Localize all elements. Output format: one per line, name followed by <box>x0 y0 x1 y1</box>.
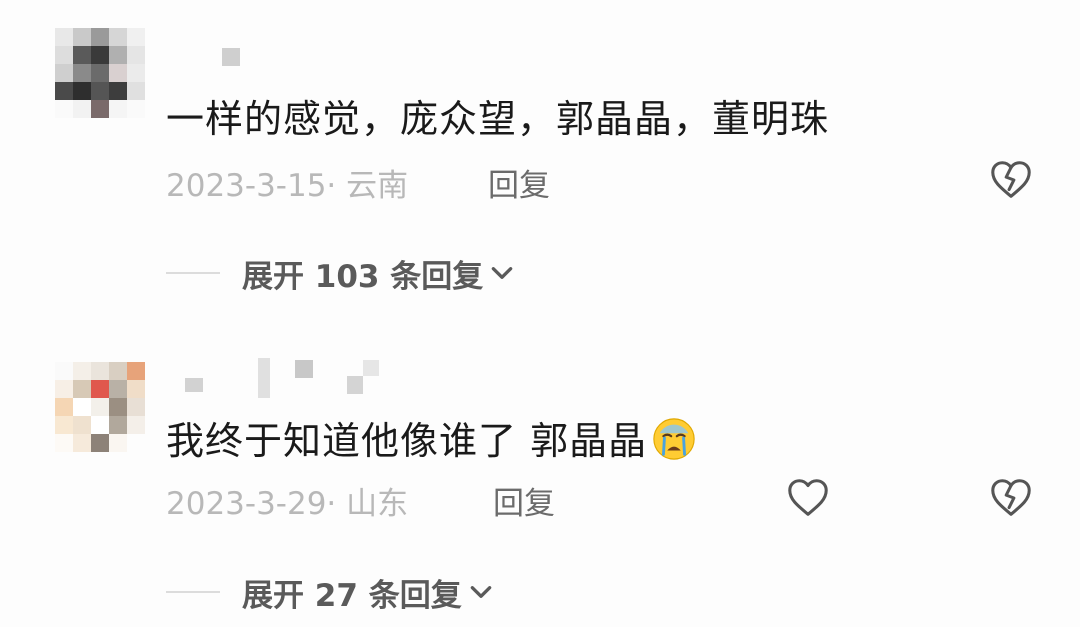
reply-button[interactable]: 回复 <box>488 160 550 205</box>
comment-date-location: 2023-3-15· 云南 <box>166 168 409 204</box>
comment-text: 一样的感觉，庞众望，郭晶晶，董明珠 <box>166 88 829 143</box>
comment-list: 一样的感觉，庞众望，郭晶晶，董明珠 2023-3-15· 云南 回复 展开 10… <box>0 0 1080 627</box>
like-heart-icon[interactable] <box>785 475 831 521</box>
chevron-down-icon <box>470 586 492 598</box>
dislike-heart-icon[interactable] <box>988 157 1034 203</box>
expand-replies-label: 展开 103 条回复 <box>242 258 484 295</box>
username[interactable] <box>222 48 242 68</box>
comment-meta: 2023-3-15· 云南 <box>166 160 408 205</box>
avatar[interactable] <box>55 28 145 118</box>
avatar[interactable] <box>55 362 145 452</box>
chevron-down-icon <box>492 267 513 279</box>
dislike-heart-icon[interactable] <box>988 475 1034 521</box>
expand-divider <box>166 591 220 593</box>
comment-date-location: 2023-3-29· 山东 <box>166 486 409 522</box>
crying-face-emoji <box>653 418 695 460</box>
expand-replies-button[interactable]: 展开 27 条回复 <box>166 572 494 614</box>
comment-item: 一样的感觉，庞众望，郭晶晶，董明珠 2023-3-15· 云南 回复 展开 10… <box>0 0 1080 320</box>
comment-text-content: 我终于知道他像谁了 郭晶晶 <box>166 419 648 463</box>
comment-text: 我终于知道他像谁了 郭晶晶 <box>166 410 697 465</box>
expand-replies-button[interactable]: 展开 103 条回复 <box>166 253 515 295</box>
comment-meta: 2023-3-29· 山东 <box>166 478 408 523</box>
username[interactable] <box>185 356 390 400</box>
reply-button[interactable]: 回复 <box>493 478 555 523</box>
expand-divider <box>166 272 220 274</box>
comment-item: 我终于知道他像谁了 郭晶晶 2023-3-29· 山东 回复 展开 27 条回复 <box>0 340 1080 627</box>
comment-text-content: 一样的感觉，庞众望，郭晶晶，董明珠 <box>166 97 830 141</box>
expand-replies-label: 展开 27 条回复 <box>242 577 462 614</box>
